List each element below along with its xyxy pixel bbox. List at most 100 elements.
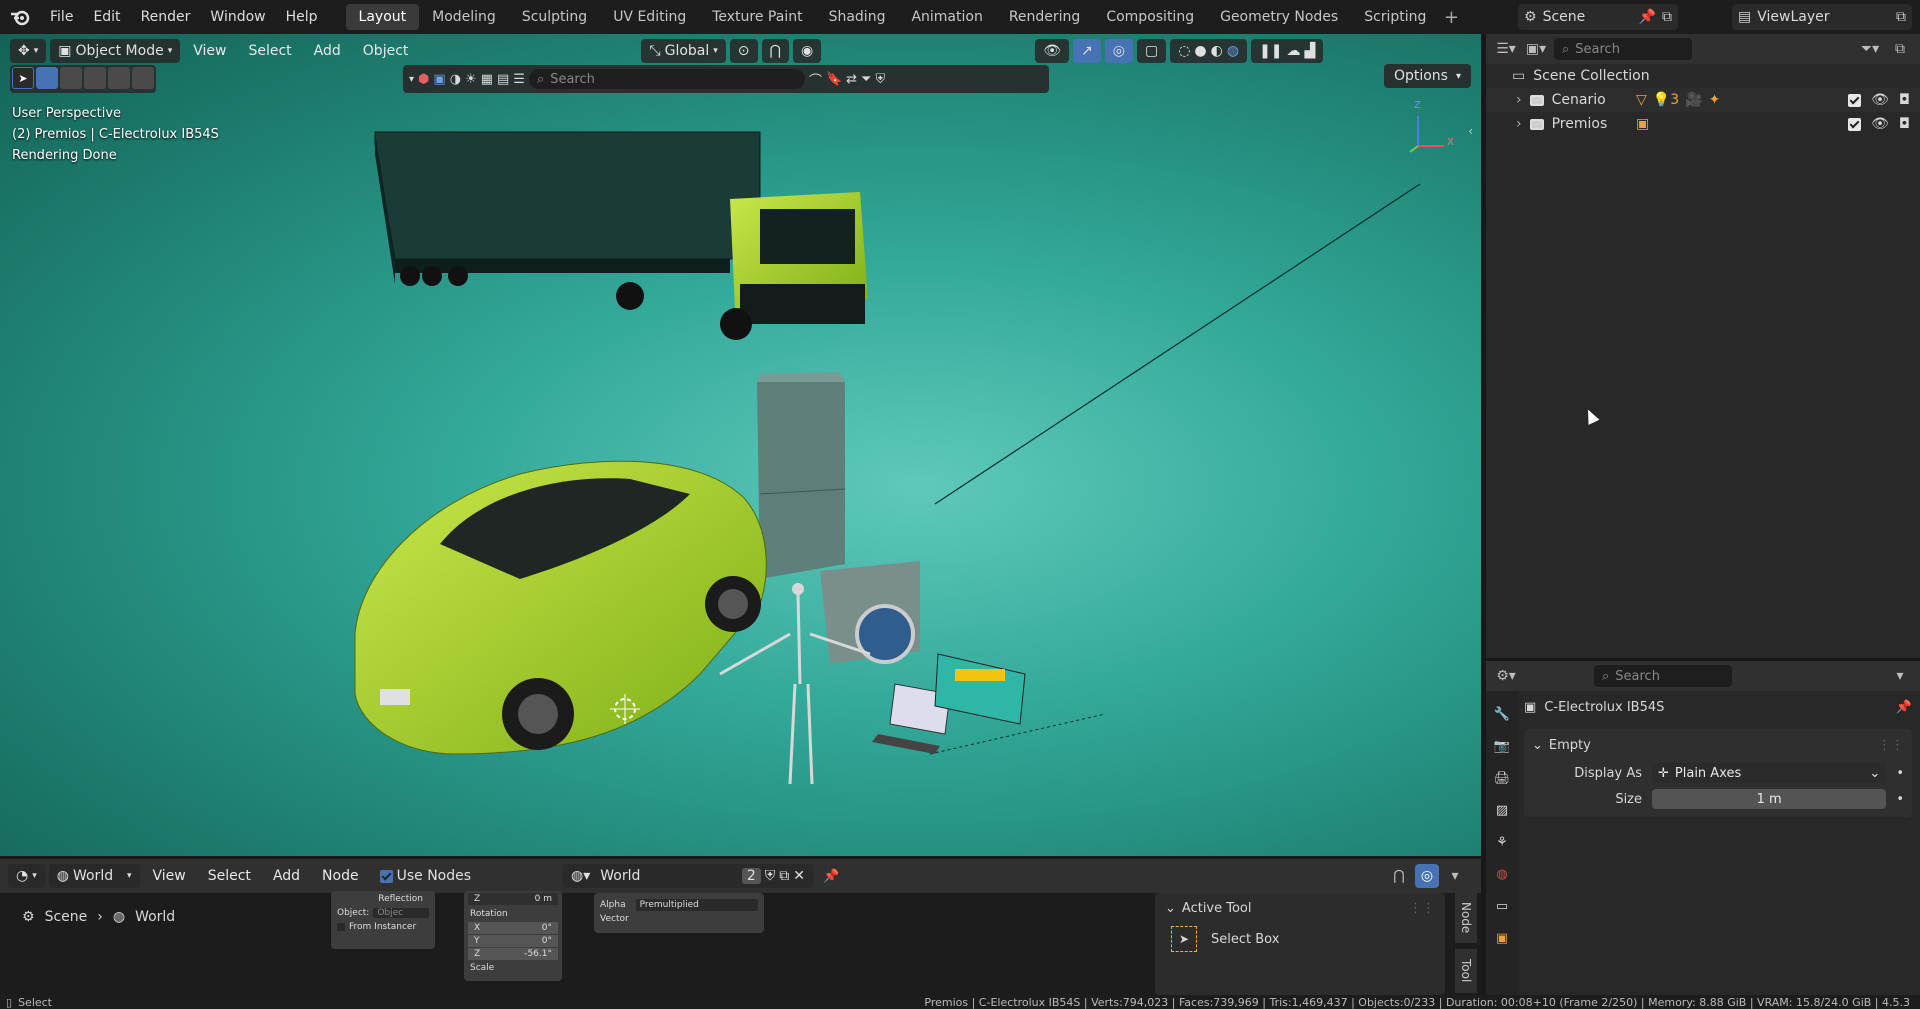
node-editor-type-button[interactable]: ◔ ▾ [8, 864, 45, 888]
outliner-editor-icon[interactable]: ☰▾ [1494, 37, 1518, 61]
select-new-icon[interactable] [36, 67, 58, 89]
tab-layout[interactable]: Layout [345, 4, 420, 30]
shader-type-selector[interactable]: ◍ World ▾ [48, 864, 140, 888]
outliner-row-premios[interactable]: › Premios ▣ 👁 ◘ [1486, 112, 1920, 136]
keyframe-dot-icon[interactable]: • [1896, 766, 1904, 781]
filter-grid-icon[interactable]: ▤ [497, 72, 509, 87]
select-invert-icon[interactable] [108, 67, 130, 89]
node-menu-node[interactable]: Node [313, 864, 368, 888]
exclude-checkbox[interactable] [1848, 117, 1862, 131]
users-count[interactable]: 2 [741, 868, 761, 884]
viewport-menu-object[interactable]: Object [354, 39, 418, 63]
shield-icon[interactable]: ⛨ [875, 72, 885, 87]
expand-arrow-icon[interactable]: › [1516, 92, 1522, 108]
node-menu-view[interactable]: View [144, 864, 195, 888]
properties-search[interactable]: ⌕ Search [1594, 665, 1732, 687]
image-icon[interactable]: ▣ [1636, 116, 1649, 132]
color-wheel-icon[interactable]: ⬢ [418, 72, 429, 87]
sidebar-tab-tool[interactable]: Tool [1455, 949, 1477, 993]
sidebar-tab-node[interactable]: Node [1455, 893, 1477, 943]
solid-shading-icon[interactable]: ● [1194, 43, 1206, 59]
pause-icon[interactable]: ❚❚ [1259, 43, 1282, 59]
outliner-search[interactable]: ⌕ Search [1554, 38, 1692, 60]
rotation-y-field[interactable]: Y 0° [468, 935, 558, 947]
options-button[interactable]: Options ▾ [1383, 64, 1471, 88]
from-instancer-checkbox[interactable] [337, 923, 345, 931]
render-controls[interactable]: ❚❚ ☁ ▟ [1251, 39, 1324, 63]
menu-help[interactable]: Help [276, 0, 328, 34]
keyframe-dot-icon[interactable]: • [1896, 792, 1904, 807]
preview-icon[interactable]: ☁ [1287, 43, 1301, 59]
chevron-down-icon[interactable]: ▾ [1888, 664, 1912, 688]
breadcrumb-world[interactable]: World [135, 909, 175, 925]
location-z-field[interactable]: Z 0 m [468, 893, 558, 905]
environment-texture-node[interactable]: Alpha Premultiplied Vector [594, 893, 764, 933]
collection-tab-icon[interactable]: ▭ [1491, 895, 1513, 917]
wireframe-shading-icon[interactable]: ◌ [1178, 43, 1190, 59]
new-collection-icon[interactable]: ⧉ [1888, 37, 1912, 61]
tab-shading[interactable]: Shading [816, 4, 899, 30]
viewport-menu-select[interactable]: Select [239, 39, 300, 63]
use-nodes-toggle[interactable]: Use Nodes [372, 864, 479, 888]
tab-compositing[interactable]: Compositing [1093, 4, 1207, 30]
overlay-toggle[interactable]: ◎ [1104, 39, 1133, 63]
light-icon[interactable]: 💡3 [1653, 92, 1679, 108]
armature-icon[interactable]: ✦ [1709, 92, 1721, 108]
empty-panel-header[interactable]: ⌄ Empty ⋮⋮ [1532, 735, 1904, 755]
menu-render[interactable]: Render [131, 0, 201, 34]
add-workspace-icon[interactable]: + [1439, 7, 1463, 28]
drag-handle-icon[interactable]: ⋮⋮ [1409, 901, 1435, 916]
breadcrumb-scene[interactable]: Scene [45, 909, 88, 925]
drag-handle-icon[interactable]: ⋮⋮ [1878, 738, 1904, 753]
transform-orientation-selector[interactable]: ⤡ Global ▾ [641, 39, 726, 63]
snap-button[interactable]: ⋂ [761, 39, 790, 63]
viewport-menu-add[interactable]: Add [305, 39, 350, 63]
render-tab-icon[interactable]: 📷 [1491, 735, 1513, 757]
scene-tab-icon[interactable]: ⚘ [1491, 831, 1513, 853]
tab-geometry-nodes[interactable]: Geometry Nodes [1207, 4, 1351, 30]
menu-window[interactable]: Window [200, 0, 275, 34]
chevron-down-icon[interactable]: ▾ [409, 74, 414, 85]
tool-tab-icon[interactable]: 🔧 [1491, 703, 1513, 725]
camera-icon[interactable]: 🎥 [1685, 92, 1702, 108]
chevron-down-icon[interactable]: ▾ [1443, 864, 1467, 888]
object-tab-icon[interactable]: ▣ [1491, 927, 1513, 949]
size-field[interactable]: 1 m [1652, 789, 1887, 809]
viewport-search[interactable]: ⌕ Search [528, 69, 805, 89]
texture-coordinate-node[interactable]: Reflection Object: Objec From Instancer [331, 891, 435, 949]
use-nodes-checkbox[interactable] [379, 869, 393, 883]
filter-sphere-icon[interactable]: ◑ [450, 72, 461, 87]
object-field[interactable]: Objec [373, 908, 429, 918]
output-tab-icon[interactable]: 🖨 [1491, 767, 1513, 789]
xray-toggle[interactable]: ▢ [1136, 39, 1167, 63]
filter-light-icon[interactable]: ☀ [465, 72, 477, 87]
visibility-button[interactable]: 👁 [1035, 39, 1070, 63]
tab-modeling[interactable]: Modeling [419, 4, 509, 30]
filter-camera-icon[interactable]: ▦ [481, 72, 493, 87]
select-intersect-icon[interactable] [132, 67, 154, 89]
expand-arrow-icon[interactable]: › [1516, 116, 1522, 132]
mesh-icon[interactable]: ▽ [1636, 92, 1647, 108]
new-scene-icon[interactable]: ⧉ [1662, 9, 1672, 25]
blender-logo-icon[interactable] [0, 0, 40, 34]
view-layer-selector[interactable]: ▤ ViewLayer ⧉ [1732, 4, 1912, 30]
rendered-shading-icon[interactable]: ◍ [1227, 43, 1239, 59]
new-view-layer-icon[interactable]: ⧉ [1896, 9, 1906, 25]
world-datablock-selector[interactable]: ◍▾ World 2 ⛨ ⧉ ✕ [563, 864, 814, 888]
editor-type-button[interactable]: ✥ ▾ [10, 39, 47, 63]
gizmo-toggle[interactable]: ↗ [1073, 39, 1101, 63]
3d-viewport[interactable]: Z X ✥ ▾ ▣ Object Mode ▾ View Select Add Obj… [0, 34, 1481, 856]
tab-scripting[interactable]: Scripting [1351, 4, 1439, 30]
active-tool-row[interactable]: ➤ Select Box [1155, 924, 1445, 954]
pivot-point-button[interactable]: ⊙ [729, 39, 758, 63]
pin-icon[interactable]: 📌 [1896, 700, 1912, 715]
snap-icon[interactable]: ⋂ [1387, 864, 1411, 888]
scene-selector[interactable]: ⚙ Scene 📌 ⧉ [1518, 4, 1678, 30]
select-extend-icon[interactable] [60, 67, 82, 89]
alpha-dropdown[interactable]: Premultiplied [635, 899, 758, 911]
tab-sculpting[interactable]: Sculpting [509, 4, 600, 30]
eye-icon[interactable]: 👁 [1871, 92, 1889, 108]
eye-icon[interactable]: 👁 [1871, 116, 1889, 132]
proportional-edit-button[interactable]: ◉ [793, 39, 822, 63]
filter-list-icon[interactable]: ☰ [513, 72, 525, 87]
